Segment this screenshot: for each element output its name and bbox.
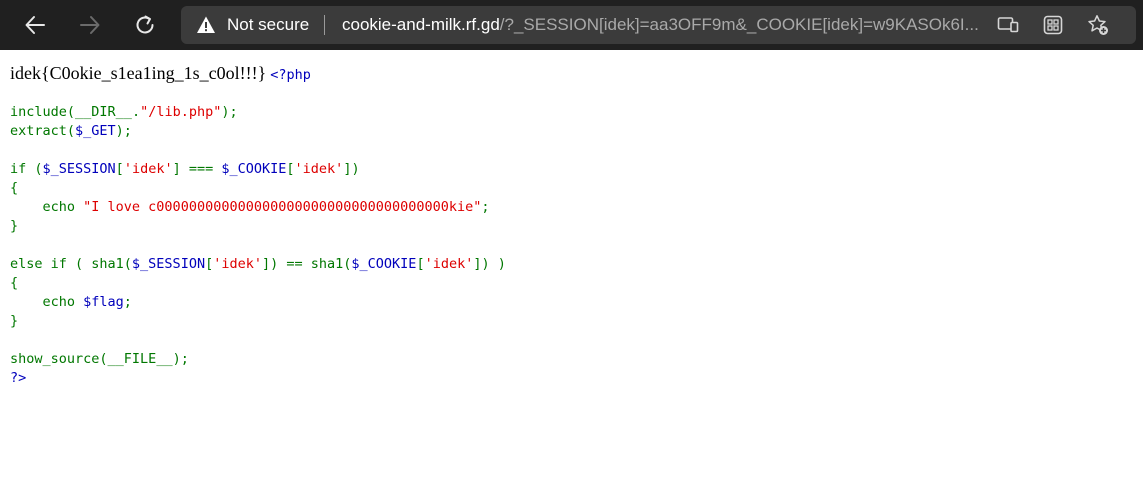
code-if-bracket2-end: ]): [343, 161, 360, 177]
code-elseif-mid: ]) == sha1(: [262, 256, 352, 272]
code-echo1-string: "I love c0000000000000000000000000000000…: [83, 199, 482, 215]
code-if-cookie: $_COOKIE: [221, 161, 287, 177]
code-echo1-end: ;: [481, 199, 490, 215]
code-if-key2: 'idek': [294, 161, 344, 177]
code-extract-end: );: [115, 123, 132, 139]
code-elseif-open: else if ( sha1(: [10, 256, 132, 272]
php-close-tag: ?>: [10, 370, 27, 386]
code-extract-var: $_GET: [75, 123, 116, 139]
browser-toolbar: Not secure cookie-and-milk.rf.gd/?_SESSI…: [0, 0, 1143, 50]
php-source-code: include(__DIR__."/lib.php"); extract($_G…: [10, 103, 506, 388]
code-include-str: "/lib.php": [140, 104, 222, 120]
code-include-end: );: [221, 104, 238, 120]
code-if-key1: 'idek': [123, 161, 173, 177]
code-if-bracket1: [: [115, 161, 124, 177]
code-if-bracket1-end: ] ===: [172, 161, 222, 177]
code-elseif-session: $_SESSION: [131, 256, 206, 272]
add-favorite-button[interactable]: [1086, 14, 1110, 36]
code-brace-open: {: [10, 180, 19, 196]
arrow-left-icon: [25, 16, 45, 34]
warning-triangle-icon[interactable]: [196, 15, 216, 35]
code-include-dir: __DIR__: [75, 104, 132, 120]
code-echo2-end: ;: [123, 294, 132, 310]
add-favorite-icon: [1088, 15, 1108, 35]
back-button[interactable]: [18, 8, 52, 42]
code-if-bracket2: [: [286, 161, 295, 177]
refresh-icon: [136, 15, 154, 34]
code-elseif-key1: 'idek': [213, 256, 262, 272]
url-host: cookie-and-milk.rf.gd: [342, 15, 500, 34]
code-echo1-keyword: echo: [10, 199, 84, 215]
read-aloud-button[interactable]: [996, 14, 1020, 36]
code-brace-close-2: }: [10, 313, 19, 329]
code-elseif-bracket2: [: [416, 256, 425, 272]
code-if-open: if (: [10, 161, 43, 177]
code-show-source-end: );: [172, 351, 189, 367]
code-if-session: $_SESSION: [42, 161, 116, 177]
flag-line: idek{C0okie_s1ea1ing_1s_c0ol!!!} <?php: [10, 62, 311, 86]
read-aloud-icon: [997, 17, 1019, 33]
code-show-source-file: __FILE__: [107, 351, 173, 367]
code-include-fn: include(: [10, 104, 76, 120]
code-echo2-keyword: echo: [10, 294, 84, 310]
url-text[interactable]: cookie-and-milk.rf.gd/?_SESSION[idek]=aa…: [342, 15, 982, 35]
flag-text: idek{C0okie_s1ea1ing_1s_c0ol!!!}: [10, 63, 267, 83]
code-echo2-var: $flag: [83, 294, 124, 310]
address-separator: [324, 15, 325, 35]
forward-button[interactable]: [73, 8, 107, 42]
code-elseif-cookie: $_COOKIE: [351, 256, 417, 272]
code-brace-close: }: [10, 218, 19, 234]
url-path: /?_SESSION[idek]=aa3OFF9m&_COOKIE[idek]=…: [499, 15, 979, 34]
code-elseif-key2: 'idek': [424, 256, 474, 272]
php-open-tag: <?php: [270, 67, 311, 83]
code-brace-open-2: {: [10, 275, 19, 291]
code-include-dot: .: [131, 104, 141, 120]
code-extract-fn: extract(: [10, 123, 76, 139]
security-label[interactable]: Not secure: [227, 15, 309, 35]
code-elseif-bracket1: [: [205, 256, 214, 272]
apps-icon: [1043, 15, 1063, 35]
arrow-right-icon: [80, 16, 100, 34]
apps-button[interactable]: [1041, 14, 1065, 36]
refresh-button[interactable]: [128, 8, 162, 42]
code-elseif-end: ]) ): [473, 256, 506, 272]
code-show-source-fn: show_source(: [10, 351, 108, 367]
address-bar[interactable]: Not secure cookie-and-milk.rf.gd/?_SESSI…: [181, 6, 1136, 44]
